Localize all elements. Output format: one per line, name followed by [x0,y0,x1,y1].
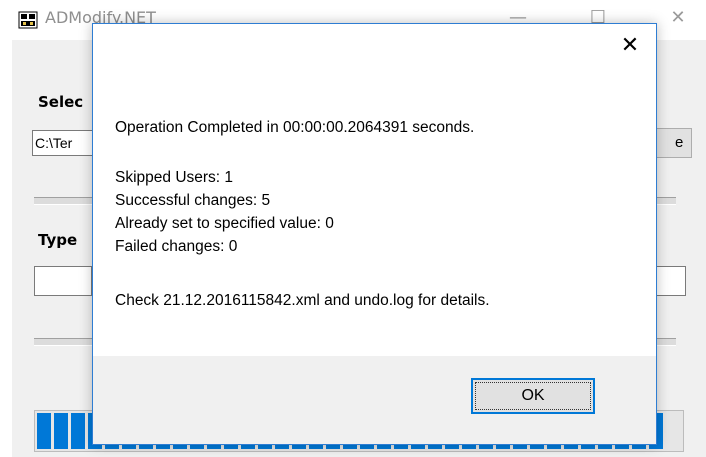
successful-changes-text: Successful changes: 5 [115,192,271,209]
completion-dialog: ✕ Operation Completed in 00:00:00.206439… [92,23,657,445]
ok-button[interactable]: OK [471,378,595,414]
type-input-left[interactable] [34,266,92,296]
parent-close-button[interactable]: ✕ [658,2,698,34]
ok-button-label: OK [521,387,545,404]
progress-block [37,413,51,449]
separator-right-2 [656,338,676,346]
progress-block [54,413,68,449]
operation-completed-text: Operation Completed in 00:00:00.2064391 … [115,119,475,136]
browse-button-label: e [675,134,684,151]
dialog-footer: OK [93,356,656,444]
failed-changes-text: Failed changes: 0 [115,238,238,255]
check-details-text: Check 21.12.2016115842.xml and undo.log … [115,292,490,309]
progress-block [71,413,85,449]
dialog-close-button[interactable]: ✕ [618,34,642,58]
select-label: Selec [38,93,84,111]
separator-left-2 [34,338,92,346]
separator-left-1 [34,197,92,205]
app-icon [18,11,38,29]
skipped-users-text: Skipped Users: 1 [115,169,234,186]
separator-right-1 [656,197,676,205]
type-label: Type [38,231,78,249]
already-set-text: Already set to specified value: 0 [115,215,334,232]
